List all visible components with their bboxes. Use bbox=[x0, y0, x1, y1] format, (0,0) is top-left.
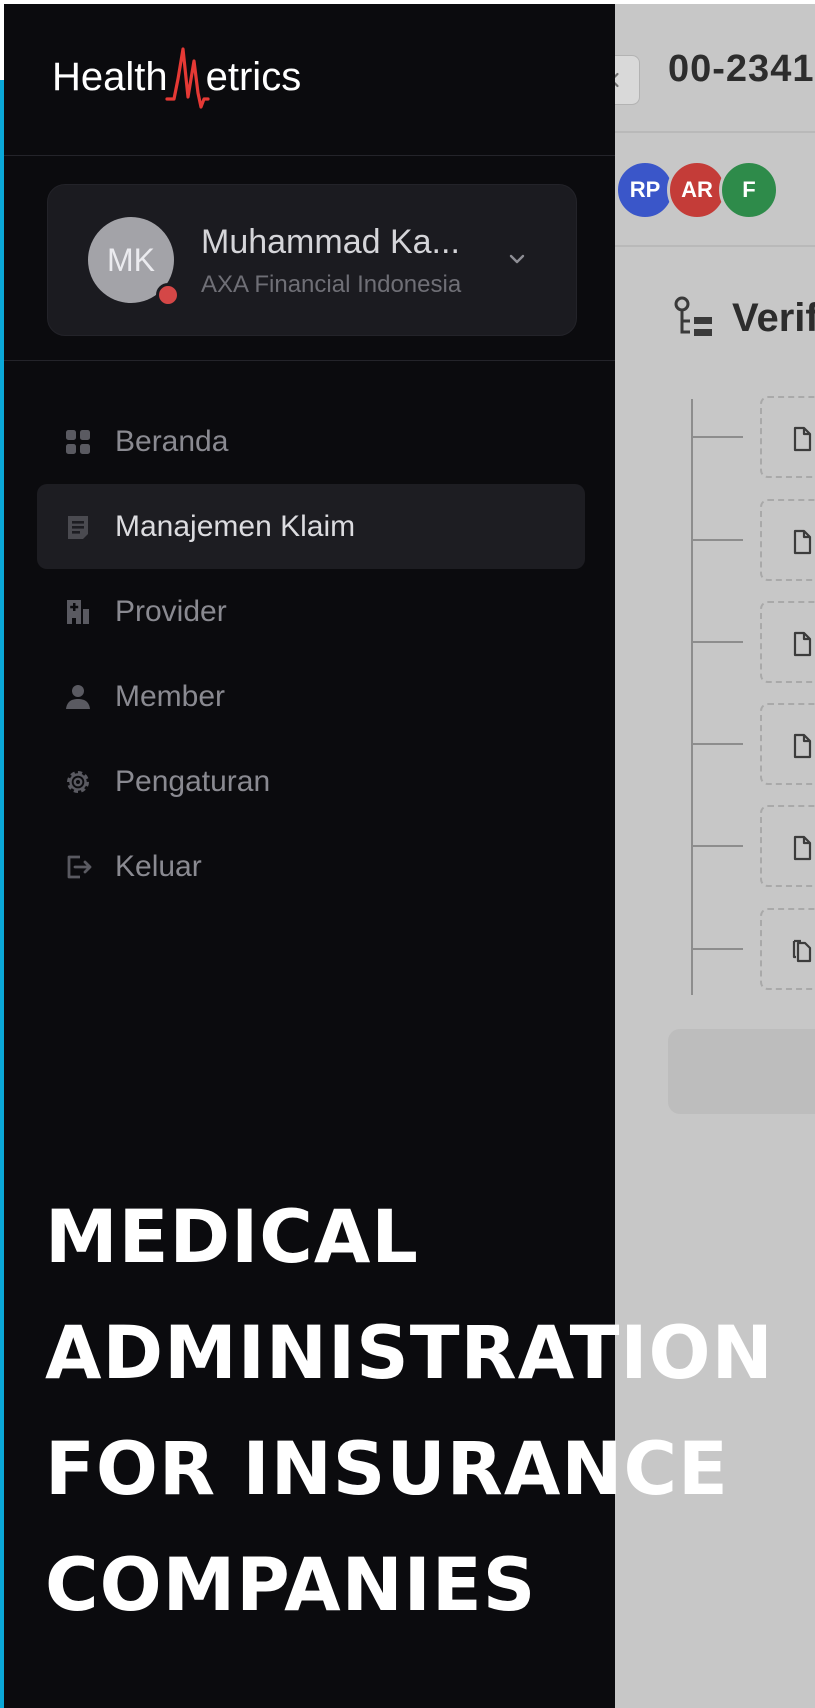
document-icon bbox=[793, 835, 812, 861]
tree-connector bbox=[691, 399, 693, 995]
user-company: AXA Financial Indonesia bbox=[201, 271, 462, 298]
assignee-avatar[interactable]: F bbox=[719, 160, 779, 220]
grid-icon bbox=[61, 425, 95, 459]
document-item[interactable] bbox=[693, 703, 815, 785]
logo-text-right: etrics bbox=[205, 54, 302, 99]
verification-section-title: Verif bbox=[670, 294, 815, 342]
app-frame: 00-2341 RP AR F Verif Health etrics MK M… bbox=[0, 0, 815, 1708]
headline-line: ADMINISTRATION bbox=[45, 1311, 774, 1396]
user-profile-card[interactable]: MK Muhammad Ka... AXA Financial Indonesi… bbox=[47, 184, 577, 336]
status-indicator bbox=[156, 283, 180, 307]
claim-id: 00-2341 bbox=[668, 48, 815, 90]
divider bbox=[4, 360, 615, 361]
section-title-text: Verif bbox=[732, 295, 815, 340]
headline-line: COMPANIES bbox=[45, 1543, 537, 1628]
sidebar-item-keluar[interactable]: Keluar bbox=[37, 824, 585, 909]
divider bbox=[4, 155, 615, 156]
document-item[interactable] bbox=[693, 908, 815, 990]
document-item[interactable] bbox=[693, 396, 815, 478]
assignee-initials: F bbox=[742, 177, 756, 202]
copy-documents-icon bbox=[792, 939, 812, 963]
document-icon bbox=[793, 529, 812, 555]
sidebar-item-member[interactable]: Member bbox=[37, 654, 585, 739]
claim-header: 00-2341 bbox=[590, 4, 815, 133]
sidebar-item-label: Member bbox=[115, 679, 226, 713]
document-item[interactable] bbox=[693, 499, 815, 581]
tree-structure-icon bbox=[674, 296, 712, 336]
sidebar-item-beranda[interactable]: Beranda bbox=[37, 399, 585, 484]
chevron-down-icon[interactable] bbox=[505, 247, 529, 271]
sidebar-item-pengaturan[interactable]: Pengaturan bbox=[37, 739, 585, 824]
logo-text-left: Health bbox=[52, 54, 168, 99]
headline-line: FOR INSURANCE bbox=[45, 1427, 729, 1512]
clipboard-list-icon bbox=[61, 510, 95, 544]
promo-headline: MEDICAL ADMINISTRATION FOR INSURANCE COM… bbox=[45, 1180, 815, 1644]
assignee-initials: RP bbox=[629, 177, 661, 202]
document-item[interactable] bbox=[693, 601, 815, 683]
user-name: Muhammad Ka... bbox=[201, 223, 460, 261]
sidebar-item-label: Keluar bbox=[115, 849, 202, 883]
person-icon bbox=[61, 680, 95, 714]
document-icon bbox=[793, 426, 812, 452]
gear-icon bbox=[61, 765, 95, 799]
assignee-initials: AR bbox=[681, 177, 713, 202]
heartbeat-m-icon bbox=[165, 47, 210, 109]
sidebar-item-provider[interactable]: Provider bbox=[37, 569, 585, 654]
hospital-building-icon bbox=[61, 595, 95, 629]
action-bar[interactable] bbox=[668, 1029, 815, 1114]
document-icon bbox=[793, 733, 812, 759]
sidebar-item-label: Provider bbox=[115, 594, 227, 628]
sidebar-item-label: Pengaturan bbox=[115, 764, 271, 798]
document-icon bbox=[793, 631, 812, 657]
healthmetrics-logo[interactable]: Health etrics bbox=[52, 42, 301, 112]
assignee-avatar[interactable]: RP bbox=[615, 160, 675, 220]
headline-line: MEDICAL bbox=[45, 1195, 419, 1280]
sidebar-item-manajemen-klaim[interactable]: Manajemen Klaim bbox=[37, 484, 585, 569]
assignee-avatars: RP AR F bbox=[615, 133, 815, 247]
logout-icon bbox=[61, 850, 95, 884]
avatar-initials: MK bbox=[107, 241, 155, 278]
document-item[interactable] bbox=[693, 805, 815, 887]
assignee-avatar[interactable]: AR bbox=[667, 160, 727, 220]
sidebar-item-label: Manajemen Klaim bbox=[115, 509, 356, 543]
sidebar-item-label: Beranda bbox=[115, 424, 229, 458]
